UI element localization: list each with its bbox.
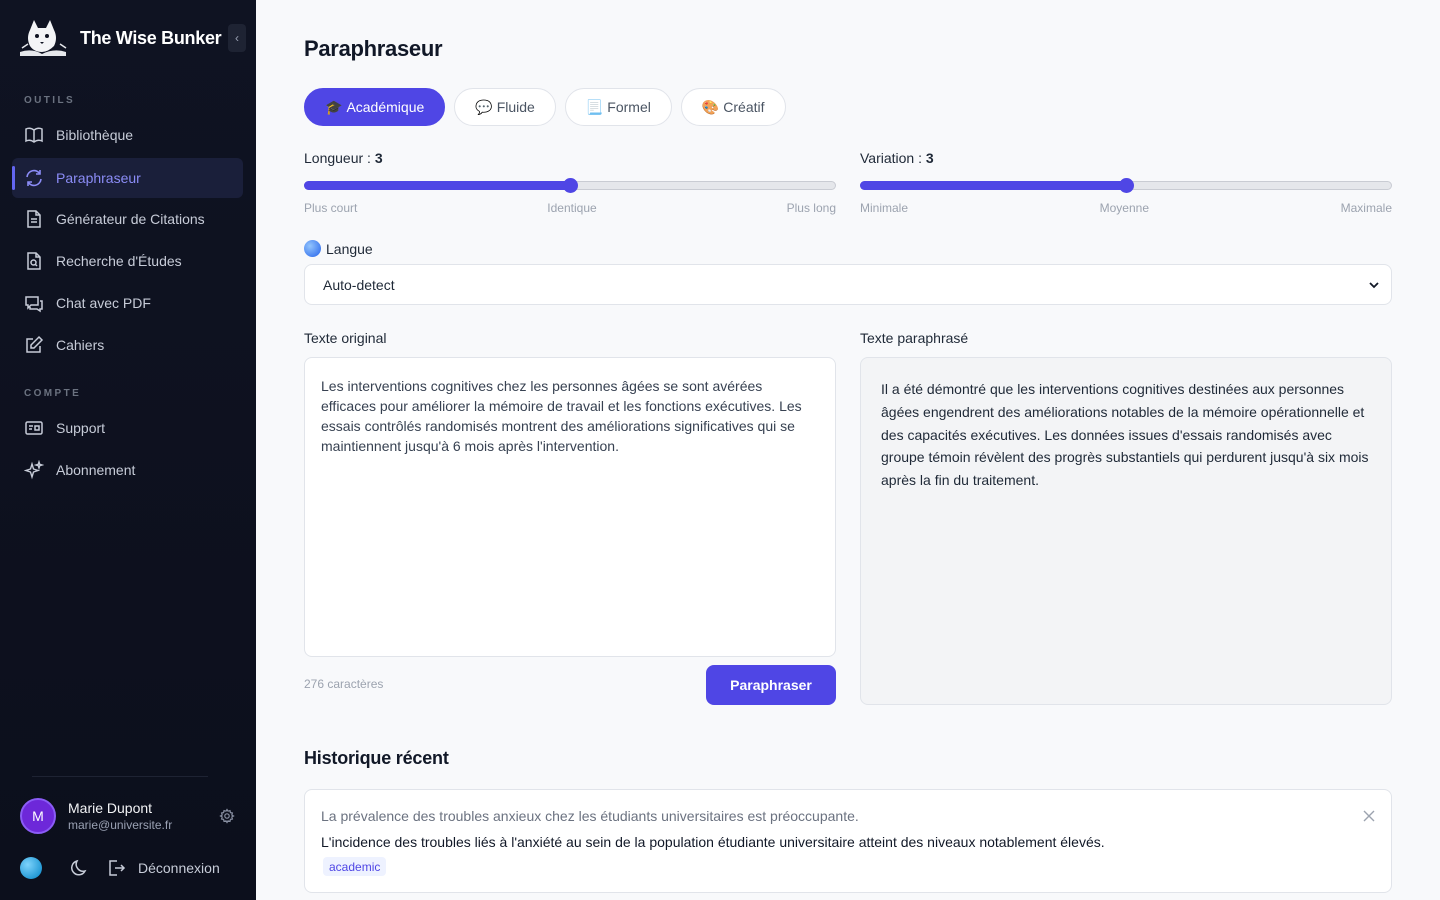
sidebar-item-generateur-citations[interactable]: Générateur de Citations [12,199,243,239]
variation-slider-fill [860,181,1126,190]
language-selected-value: Auto-detect [323,276,395,293]
graduation-cap-icon: 🎓 [325,98,343,115]
history-original-text: La prévalence des troubles anxieux chez … [321,808,859,824]
mode-academique-button[interactable]: 🎓 Académique [304,88,446,126]
variation-slider-group: Variation : 3 Minimale Moyenne Maximale [860,150,1392,215]
language-globe-icon[interactable] [20,857,42,879]
book-icon [24,125,44,145]
sidebar-item-recherche-etudes[interactable]: Recherche d'Études [12,241,243,281]
sidebar-item-label: Bibliothèque [56,127,134,143]
mode-label: Formel [607,99,651,115]
support-ticket-icon [24,418,44,438]
mode-label: Académique [346,99,425,115]
tick-label: Identique [547,201,597,215]
sidebar-item-label: Recherche d'Études [56,253,182,269]
mode-creatif-button[interactable]: 🎨 Créatif [680,88,786,126]
history-mode-tag: academic [323,857,387,876]
brand[interactable]: The Wise Bunker [16,18,222,58]
speech-bubble-icon: 💬 [475,98,493,115]
variation-label: Variation : 3 [860,150,934,166]
globe-icon [304,240,321,257]
page-title: Paraphraseur [304,36,443,61]
paraphrased-text-output: Il a été démontré que les interventions … [860,357,1392,705]
tick-label: Plus long [786,201,836,215]
sidebar-item-label: Chat avec PDF [56,295,151,311]
refresh-icon [24,168,44,188]
section-label-outils: OUTILS [24,95,76,106]
length-slider-fill [304,181,570,190]
sidebar-item-label: Support [56,420,106,436]
mode-fluide-button[interactable]: 💬 Fluide [454,88,556,126]
chat-icon [24,293,44,313]
sidebar-item-bibliotheque[interactable]: Bibliothèque [12,115,243,155]
chevron-left-icon: ‹ [235,31,239,45]
mode-label: Fluide [496,99,535,115]
history-item[interactable]: La prévalence des troubles anxieux chez … [304,789,1392,893]
close-icon[interactable] [1363,810,1375,822]
sidebar-item-label: Abonnement [56,462,136,478]
section-label-compte: COMPTE [24,388,82,399]
sidebar-item-paraphraseur[interactable]: Paraphraseur [12,158,243,198]
gear-icon[interactable] [219,808,235,824]
language-select[interactable]: Auto-detect [304,264,1392,305]
sidebar-item-label: Paraphraseur [56,170,141,186]
character-count: 276 caractères [304,677,384,691]
sidebar-item-chat-pdf[interactable]: Chat avec PDF [12,283,243,323]
variation-slider-ticks: Minimale Moyenne Maximale [860,201,1392,215]
user-profile[interactable]: M Marie Dupont marie@universite.fr [20,798,172,834]
app-name: The Wise Bunker [80,27,222,48]
length-slider-group: Longueur : 3 Plus court Identique Plus l… [304,150,836,215]
tick-label: Maximale [1340,201,1392,215]
bunker-cat-logo-icon [20,20,67,56]
document-icon [24,209,44,229]
sidebar-item-support[interactable]: Support [12,408,243,448]
original-text-input[interactable]: Les interventions cognitives chez les pe… [304,357,836,657]
logout-label: Déconnexion [138,860,220,876]
sidebar-divider [32,776,208,777]
avatar: M [20,798,56,834]
sparkles-icon [24,460,44,480]
sidebar-item-abonnement[interactable]: Abonnement [12,450,243,490]
paraphrase-button[interactable]: Paraphraser [706,665,836,705]
logout-button[interactable]: Déconnexion [106,858,220,878]
main-content: Paraphraseur 🎓 Académique 💬 Fluide 📃 For… [256,0,1440,900]
variation-value: 3 [925,150,934,166]
user-name: Marie Dupont [68,800,153,816]
sidebar: The Wise Bunker ‹ OUTILS Bibliothèque Pa… [0,0,256,900]
tick-label: Plus court [304,201,358,215]
mode-selector: 🎓 Académique 💬 Fluide 📃 Formel 🎨 Créatif [304,88,795,126]
history-title: Historique récent [304,748,449,768]
mode-label: Créatif [723,99,765,115]
paraphrased-text-label: Texte paraphrasé [860,330,969,346]
sidebar-item-label: Cahiers [56,337,105,353]
mode-formel-button[interactable]: 📃 Formel [564,88,672,126]
length-slider-ticks: Plus court Identique Plus long [304,201,836,215]
user-info: Marie Dupont marie@universite.fr [68,800,172,832]
sidebar-bottom-bar: Déconnexion [20,856,240,880]
sidebar-item-label: Générateur de Citations [56,211,205,227]
history-paraphrased-text: L'incidence des troubles liés à l'anxiét… [321,834,1105,850]
collapse-sidebar-button[interactable]: ‹ [228,24,246,52]
moon-icon[interactable] [70,858,90,878]
document-search-icon [24,251,44,271]
logout-icon [109,860,126,876]
original-text-label: Texte original [304,330,387,346]
palette-icon: 🎨 [701,98,720,115]
variation-slider-thumb[interactable] [1119,178,1134,193]
sidebar-item-cahiers[interactable]: Cahiers [12,325,243,365]
tick-label: Minimale [860,201,909,215]
edit-icon [24,335,44,355]
length-slider-thumb[interactable] [563,178,578,193]
tick-label: Moyenne [1099,201,1150,215]
language-label: Langue [304,240,373,257]
document-page-icon: 📃 [585,98,604,115]
chevron-down-icon [1369,282,1379,289]
length-value: 3 [374,150,383,166]
length-label: Longueur : 3 [304,150,383,166]
user-email: marie@universite.fr [68,818,173,832]
